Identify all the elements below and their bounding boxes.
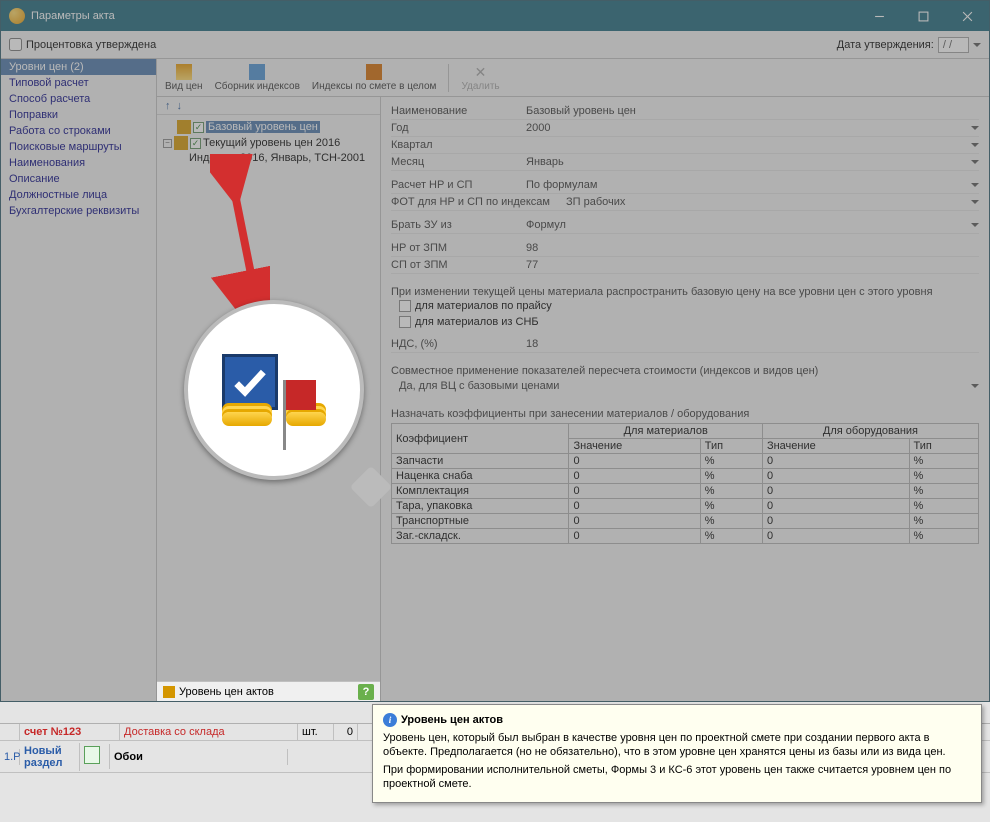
approved-checkbox[interactable] (9, 38, 22, 51)
date-dropdown-icon[interactable] (973, 43, 981, 47)
index-collection-button[interactable]: Сборник индексов (215, 64, 300, 92)
view-prices-button[interactable]: Вид цен (165, 64, 203, 92)
coefficients-table[interactable]: КоэффициентДля материаловДля оборудовани… (391, 423, 979, 544)
help-icon[interactable]: ? (358, 684, 374, 700)
table-row[interactable]: Заг.-складск.0%0% (392, 529, 979, 544)
nav-item[interactable]: Уровни цен (2) (1, 59, 156, 75)
grid-cell[interactable]: Обои (110, 749, 288, 765)
titlebar[interactable]: Параметры акта (1, 1, 989, 31)
toolbar: Вид цен Сборник индексов Индексы по смет… (157, 59, 989, 97)
collapse-icon[interactable]: − (163, 139, 172, 148)
fot-field[interactable]: ЗП рабочих (566, 196, 979, 208)
snb-materials-checkbox[interactable] (399, 316, 411, 328)
nav-item[interactable]: Наименования (1, 155, 156, 171)
date-field[interactable]: / / (938, 37, 969, 53)
level-icon (163, 686, 175, 698)
nav-item[interactable]: Поисковые маршруты (1, 139, 156, 155)
date-label: Дата утверждения: (837, 39, 934, 51)
properties-panel: НаименованиеБазовый уровень цен Год2000 … (381, 97, 989, 701)
grid-cell[interactable]: Новый раздел (20, 743, 80, 771)
nav-item[interactable]: Поправки (1, 107, 156, 123)
level-icon (177, 120, 191, 134)
propagate-label: При изменении текущей цены материала рас… (391, 286, 979, 298)
app-icon (9, 8, 25, 24)
grid-cell[interactable]: шт. (298, 724, 334, 740)
check-icon: ✓ (190, 138, 201, 149)
price-materials-checkbox[interactable] (399, 300, 411, 312)
close-button[interactable] (945, 1, 989, 31)
nav-item[interactable]: Должностные лица (1, 187, 156, 203)
window-title: Параметры акта (31, 10, 857, 22)
joint-field[interactable]: Да, для ВЦ с базовыми ценами (391, 380, 979, 392)
nav-item[interactable]: Способ расчета (1, 91, 156, 107)
down-arrow-icon[interactable]: ↓ (177, 100, 183, 112)
nav-item[interactable]: Описание (1, 171, 156, 187)
calc-field[interactable]: По формулам (526, 179, 979, 191)
approved-label: Процентовка утверждена (26, 39, 156, 51)
nds-field[interactable]: 18 (526, 338, 979, 350)
estimate-indexes-button[interactable]: Индексы по смете в целом (312, 64, 437, 92)
grid-cell[interactable]: 0 (334, 724, 358, 740)
sp-field[interactable]: 77 (526, 259, 979, 271)
status-bar: Уровень цен актов ? (157, 681, 380, 701)
document-icon (84, 746, 100, 764)
minimize-button[interactable] (857, 1, 901, 31)
grid-cell[interactable]: Доставка со склада (120, 724, 298, 740)
year-field[interactable]: 2000 (526, 122, 979, 134)
tooltip: iУровень цен актов Уровень цен, который … (372, 704, 982, 803)
table-row[interactable]: Наценка снаба0%0% (392, 469, 979, 484)
grid-cell[interactable]: счет №123 (20, 724, 120, 740)
status-label: Уровень цен актов (179, 686, 274, 698)
maximize-button[interactable] (901, 1, 945, 31)
navigation-panel: Уровни цен (2)Типовой расчетСпособ расче… (1, 59, 157, 701)
zu-field[interactable]: Формул (526, 219, 979, 231)
dialog-window: Параметры акта Процентовка утверждена Да… (0, 0, 990, 702)
table-row[interactable]: Комплектация0%0% (392, 484, 979, 499)
options-bar: Процентовка утверждена Дата утверждения:… (1, 31, 989, 59)
month-field[interactable]: Январь (526, 156, 979, 168)
nav-item[interactable]: Типовой расчет (1, 75, 156, 91)
nr-field[interactable]: 98 (526, 242, 979, 254)
table-row[interactable]: Тара, упаковка0%0% (392, 499, 979, 514)
flag-icon (286, 380, 316, 410)
nav-item[interactable]: Бухгалтерские реквизиты (1, 203, 156, 219)
name-field[interactable]: Базовый уровень цен (526, 105, 979, 117)
check-icon: ✓ (193, 122, 204, 133)
annotation-arrow (210, 154, 270, 324)
magnifier-annotation (184, 300, 380, 496)
level-icon (174, 136, 188, 150)
delete-button: ✕Удалить (461, 64, 499, 92)
info-icon: i (383, 713, 397, 727)
up-arrow-icon[interactable]: ↑ (165, 100, 171, 112)
nav-item[interactable]: Работа со строками (1, 123, 156, 139)
tree-node-current[interactable]: − ✓ Текущий уровень цен 2016 (163, 135, 374, 151)
table-row[interactable]: Запчасти0%0% (392, 454, 979, 469)
table-row[interactable]: Транспортные0%0% (392, 514, 979, 529)
tree-node-base[interactable]: ✓ Базовый уровень цен (163, 119, 374, 135)
check-icon (222, 354, 278, 410)
